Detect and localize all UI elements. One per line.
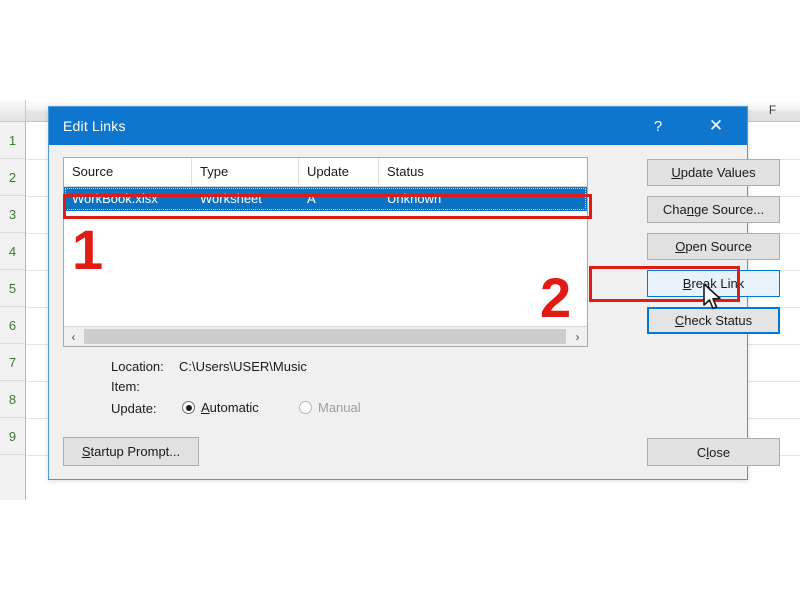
radio-manual-label: Manual (318, 400, 361, 415)
close-button[interactable]: Cl ose (647, 438, 780, 466)
scrollbar-thumb[interactable] (84, 329, 566, 344)
table-row[interactable]: WorkBook.xlsx Worksheet A Unknown (64, 187, 587, 211)
button-label: Cha (662, 202, 687, 217)
excel-row-header-4[interactable]: 4 (0, 233, 25, 270)
accel-letter: C (674, 313, 685, 328)
open-source-button[interactable]: Open Source (647, 233, 780, 260)
startup-prompt-button[interactable]: Startup Prompt... (63, 437, 199, 466)
button-label: ge Source... (693, 202, 765, 217)
column-header-status[interactable]: Status (379, 158, 587, 186)
radio-manual[interactable]: Manual (299, 400, 361, 415)
cell-source: WorkBook.xlsx (72, 191, 158, 206)
location-label: Location: (111, 359, 164, 374)
button-label: heck Status (684, 313, 753, 328)
excel-row-header-3[interactable]: 3 (0, 196, 25, 233)
column-header-source[interactable]: Source (64, 158, 192, 186)
excel-row-header-1[interactable]: 1 (0, 122, 25, 159)
button-label: pen Source (685, 239, 752, 254)
radio-button-icon (182, 401, 195, 414)
check-status-button[interactable]: Check Status (647, 307, 780, 334)
cell-update: A (307, 191, 316, 206)
button-label: tartup Prompt... (90, 444, 181, 459)
excel-row-header-2[interactable]: 2 (0, 159, 25, 196)
column-header-update[interactable]: Update (299, 158, 379, 186)
cell-status: Unknown (387, 191, 442, 206)
excel-row-header-5[interactable]: 5 (0, 270, 25, 307)
links-list-box[interactable]: Source Type Update Status WorkBook.xlsx … (63, 157, 588, 347)
accel-letter: O (675, 239, 686, 254)
accel-letter: n (686, 202, 694, 217)
column-header-type[interactable]: Type (192, 158, 299, 186)
horizontal-scrollbar[interactable]: ‹ › (64, 326, 587, 346)
radio-button-icon (299, 401, 312, 414)
cell-type: Worksheet (200, 191, 262, 206)
screenshot-root: F 1 2 3 4 5 6 7 8 9 Edit Links ? ✕ Sourc… (0, 0, 800, 600)
item-label: Item: (111, 379, 140, 394)
excel-row-header-8[interactable]: 8 (0, 381, 25, 418)
update-label: Update: (111, 401, 157, 416)
dialog-title: Edit Links (63, 118, 126, 134)
help-icon[interactable]: ? (635, 107, 681, 145)
excel-select-all-corner[interactable] (0, 100, 26, 121)
scroll-right-arrow-icon[interactable]: › (568, 327, 587, 346)
scroll-left-arrow-icon[interactable]: ‹ (64, 327, 83, 346)
radio-automatic[interactable]: Automatic (182, 400, 259, 415)
button-label: ose (709, 444, 731, 460)
excel-row-header-6[interactable]: 6 (0, 307, 25, 344)
change-source-button[interactable]: Cha n ge Source... (647, 196, 780, 223)
accel-letter: S (81, 444, 91, 459)
button-label: reak Link (691, 276, 745, 291)
edit-links-dialog: Edit Links ? ✕ Source Type Update Status… (48, 106, 780, 480)
excel-row-header-7[interactable]: 7 (0, 344, 25, 381)
radio-automatic-label: Automatic (201, 400, 259, 415)
update-values-button[interactable]: Update Values (647, 159, 780, 186)
break-link-button[interactable]: Break Link (647, 270, 780, 297)
close-icon[interactable]: ✕ (693, 107, 739, 145)
dialog-title-bar: Edit Links ? ✕ (49, 107, 747, 145)
excel-column-header-f[interactable]: F (745, 100, 800, 121)
accel-letter: U (671, 165, 681, 180)
links-list-header: Source Type Update Status (64, 158, 587, 187)
excel-row-header-9[interactable]: 9 (0, 418, 25, 455)
location-value: C:\Users\USER\Music (179, 359, 307, 374)
button-label: pdate Values (680, 165, 756, 180)
button-label: C (696, 444, 707, 460)
accel-letter: B (682, 276, 692, 291)
excel-row-header-column: 1 2 3 4 5 6 7 8 9 (0, 122, 26, 500)
